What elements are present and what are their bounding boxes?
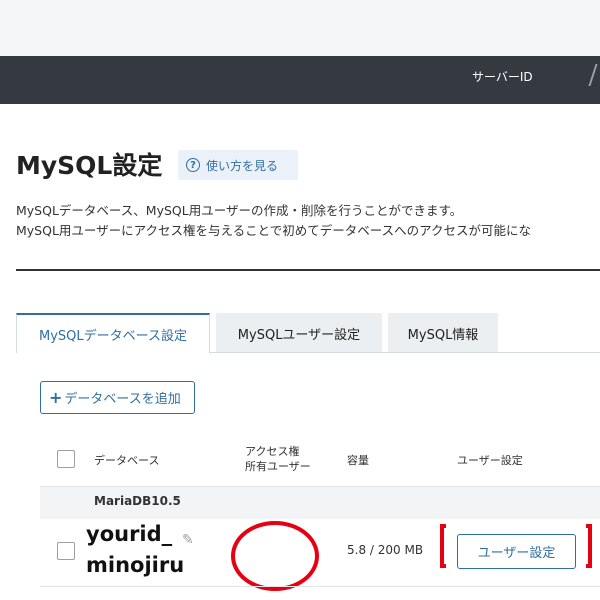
- header-database: データベース: [94, 454, 160, 467]
- howto-button[interactable]: ? 使い方を見る: [178, 150, 298, 180]
- question-circle-icon: ?: [186, 158, 200, 172]
- header-access-line1: アクセス権: [245, 445, 300, 458]
- server-id-label: サーバーID: [472, 70, 533, 84]
- page-title: MySQL設定: [16, 151, 163, 180]
- section-divider: [16, 269, 600, 271]
- top-strip: [0, 0, 600, 56]
- pencil-icon[interactable]: ✎: [182, 532, 194, 548]
- description-line-1: MySQLデータベース、MySQL用ユーザーの作成・削除を行うことができます。: [16, 203, 463, 218]
- add-database-label: データベースを追加: [64, 392, 181, 407]
- add-database-button[interactable]: + データベースを追加: [40, 381, 195, 414]
- annotation-bracket-right: [586, 524, 592, 568]
- user-settings-button[interactable]: ユーザー設定: [457, 534, 576, 569]
- header-capacity: 容量: [347, 454, 369, 467]
- tab-mysql-info[interactable]: MySQL情報: [388, 313, 498, 353]
- plus-icon: +: [49, 388, 63, 407]
- description-line-2: MySQL用ユーザーにアクセス権を与えることで初めてデータベースへのアクセスが可…: [16, 223, 532, 238]
- annotation-bracket-left: [440, 524, 446, 568]
- tab-mysql-user-settings[interactable]: MySQLユーザー設定: [216, 313, 382, 353]
- database-name-line1: yourid_: [86, 522, 173, 546]
- header-user-settings: ユーザー設定: [457, 454, 523, 467]
- group-label: MariaDB10.5: [94, 494, 181, 508]
- row-checkbox[interactable]: [57, 542, 75, 560]
- header-access-owner: アクセス権 所有ユーザー: [245, 444, 311, 474]
- tab-mysql-database-settings[interactable]: MySQLデータベース設定: [16, 313, 210, 353]
- howto-label: 使い方を見る: [206, 158, 279, 173]
- header-access-line2: 所有ユーザー: [245, 460, 311, 473]
- database-name-line2: minojiru: [86, 553, 185, 577]
- annotation-red-circle: [231, 521, 319, 591]
- capacity-value: 5.8 / 200 MB: [347, 543, 424, 557]
- tab-underline: [210, 352, 600, 353]
- select-all-checkbox[interactable]: [57, 450, 75, 468]
- table-row-divider: [40, 586, 600, 587]
